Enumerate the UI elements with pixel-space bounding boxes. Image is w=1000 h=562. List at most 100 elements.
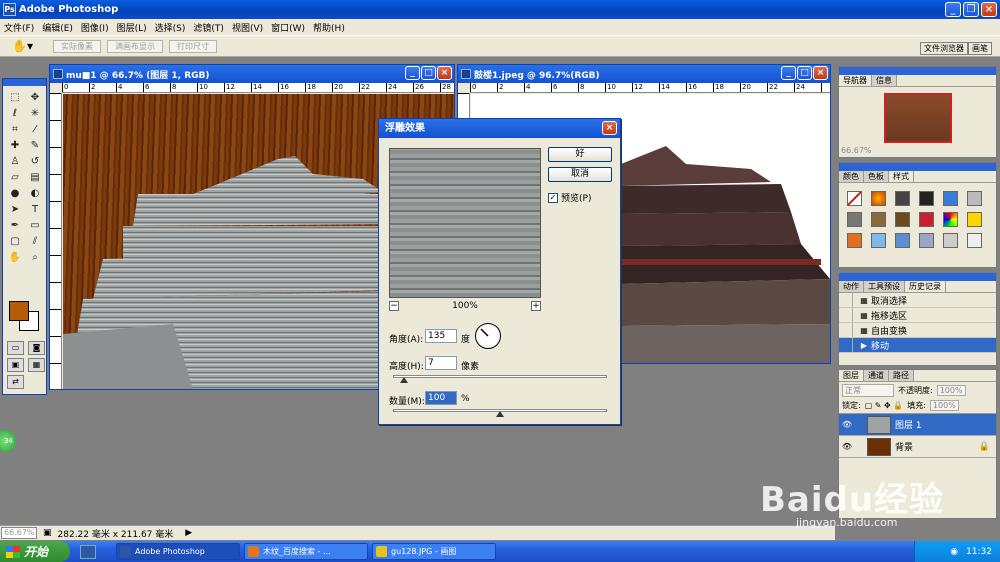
zoom-in-button[interactable]: +: [531, 301, 541, 311]
layer-row[interactable]: 👁 背景 🔒: [839, 436, 996, 458]
imageready-icon[interactable]: ⇄: [7, 375, 24, 389]
hand-tool-icon[interactable]: ✋▾: [12, 39, 33, 53]
fit-on-screen-button[interactable]: 满画布显示: [106, 39, 163, 53]
navigator-zoom[interactable]: 66.67%: [841, 146, 872, 155]
status-zoom[interactable]: 66.67%: [1, 527, 37, 539]
quick-launch-icon[interactable]: [80, 544, 96, 559]
ok-button[interactable]: 好: [548, 147, 612, 162]
navigator-thumbnail[interactable]: [883, 93, 952, 143]
brushes-tab[interactable]: 画笔: [968, 42, 992, 55]
menu-layer[interactable]: 图层(L): [117, 21, 147, 34]
doc-minimize-button[interactable]: _: [405, 66, 420, 80]
path-select-icon[interactable]: ➤: [6, 202, 24, 216]
doc-maximize-button[interactable]: □: [797, 66, 812, 80]
notes-tool-icon[interactable]: ▢: [6, 234, 24, 248]
zoom-tool-icon[interactable]: ⌕: [26, 250, 44, 264]
healing-brush-icon[interactable]: ✚: [6, 138, 24, 152]
toolbox-header[interactable]: [3, 79, 46, 86]
actual-pixels-button[interactable]: 实际像素: [52, 39, 101, 53]
height-slider[interactable]: [393, 375, 607, 378]
history-item[interactable]: ▦ 拖移选区: [839, 308, 996, 323]
status-arrow-icon[interactable]: ▶: [185, 528, 192, 538]
style-swatch[interactable]: [967, 233, 982, 248]
doc-close-button[interactable]: ×: [437, 66, 452, 80]
tray-icon[interactable]: ◉: [950, 547, 958, 557]
quick-mask-icon[interactable]: ◙: [28, 341, 45, 355]
clone-stamp-icon[interactable]: ♙: [6, 154, 24, 168]
menu-help[interactable]: 帮助(H): [313, 21, 345, 34]
style-swatch[interactable]: [895, 191, 910, 206]
tab-navigator[interactable]: 导航器: [839, 75, 872, 86]
panel-header[interactable]: [839, 273, 996, 281]
amount-input[interactable]: 100: [425, 391, 457, 405]
lock-icons[interactable]: ▢ ✎ ✥ 🔒: [865, 401, 904, 410]
height-slider-thumb[interactable]: [399, 377, 408, 383]
style-swatch[interactable]: [895, 233, 910, 248]
doc-maximize-button[interactable]: □: [421, 66, 436, 80]
style-swatch[interactable]: [943, 233, 958, 248]
tab-channels[interactable]: 通道: [864, 370, 889, 381]
panel-header[interactable]: [839, 163, 996, 171]
panel-header[interactable]: [839, 67, 996, 75]
task-browser[interactable]: 木纹_百度搜索 - ...: [244, 543, 368, 560]
brush-tool-icon[interactable]: ✎: [26, 138, 44, 152]
crop-tool-icon[interactable]: ⌗: [6, 122, 24, 136]
pen-tool-icon[interactable]: ✒: [6, 218, 24, 232]
amount-slider-thumb[interactable]: [496, 411, 504, 417]
layer-row[interactable]: 👁 图层 1: [839, 414, 996, 436]
doc-minimize-button[interactable]: _: [781, 66, 796, 80]
menu-image[interactable]: 图像(I): [81, 21, 109, 34]
tab-info[interactable]: 信息: [872, 75, 897, 86]
restore-button[interactable]: ❐: [963, 2, 979, 17]
style-swatch[interactable]: [919, 212, 934, 227]
style-swatch[interactable]: [871, 191, 886, 206]
start-button[interactable]: 开始: [0, 541, 70, 562]
preview-checkbox[interactable]: ✓ 预览(P): [548, 191, 591, 204]
style-swatch[interactable]: [895, 212, 910, 227]
history-item-current[interactable]: ▶ 移动: [839, 338, 996, 353]
document-title-bar[interactable]: mu■1 @ 66.7% (图层 1, RGB) _ □ ×: [50, 65, 454, 83]
close-button[interactable]: ×: [981, 2, 997, 17]
tab-styles[interactable]: 样式: [889, 171, 914, 182]
magic-wand-icon[interactable]: ✳: [26, 106, 44, 120]
full-screen-icon[interactable]: ▦: [28, 358, 45, 372]
dialog-close-button[interactable]: ×: [602, 121, 617, 135]
height-input[interactable]: 7: [425, 356, 457, 370]
doc-close-button[interactable]: ×: [813, 66, 828, 80]
history-item[interactable]: ▦ 自由变换: [839, 323, 996, 338]
style-swatch[interactable]: [871, 233, 886, 248]
filter-preview[interactable]: [389, 148, 541, 298]
print-size-button[interactable]: 打印尺寸: [168, 39, 217, 53]
menu-window[interactable]: 窗口(W): [271, 21, 305, 34]
tab-history[interactable]: 历史记录: [905, 281, 946, 292]
angle-input[interactable]: 135: [425, 329, 457, 343]
tab-swatches[interactable]: 色板: [864, 171, 889, 182]
history-brush-icon[interactable]: ↺: [26, 154, 44, 168]
menu-edit[interactable]: 编辑(E): [42, 21, 73, 34]
move-tool-icon[interactable]: ✥: [26, 90, 44, 104]
screen-mode-icon[interactable]: ▣: [7, 358, 24, 372]
minimize-button[interactable]: _: [945, 2, 961, 17]
file-browser-tab[interactable]: 文件浏览器: [920, 42, 968, 55]
task-photoshop[interactable]: Adobe Photoshop: [116, 543, 240, 560]
fill-input[interactable]: 100%: [929, 400, 959, 411]
slice-tool-icon[interactable]: ⁄: [26, 122, 44, 136]
opacity-input[interactable]: 100%: [936, 384, 966, 396]
standard-mode-icon[interactable]: ▭: [7, 341, 24, 355]
shape-tool-icon[interactable]: ▭: [26, 218, 44, 232]
style-swatch[interactable]: [943, 191, 958, 206]
type-tool-icon[interactable]: T: [26, 202, 44, 216]
tab-paths[interactable]: 路径: [889, 370, 914, 381]
foreground-color-swatch[interactable]: [9, 301, 29, 321]
eye-icon[interactable]: 👁: [839, 420, 855, 429]
document-title-bar[interactable]: 鼓楼1.jpeg @ 96.7%(RGB) _ □ ×: [458, 65, 830, 83]
dialog-title-bar[interactable]: 浮雕效果 ×: [379, 119, 620, 138]
history-item[interactable]: ▦ 取消选择: [839, 293, 996, 308]
style-swatch[interactable]: [967, 191, 982, 206]
menu-file[interactable]: 文件(F): [4, 21, 34, 34]
hand-tool-icon[interactable]: ✋: [6, 250, 24, 264]
tab-color[interactable]: 颜色: [839, 171, 864, 182]
gradient-tool-icon[interactable]: ▤: [26, 170, 44, 184]
angle-dial[interactable]: [475, 323, 501, 349]
style-swatch[interactable]: [919, 191, 934, 206]
